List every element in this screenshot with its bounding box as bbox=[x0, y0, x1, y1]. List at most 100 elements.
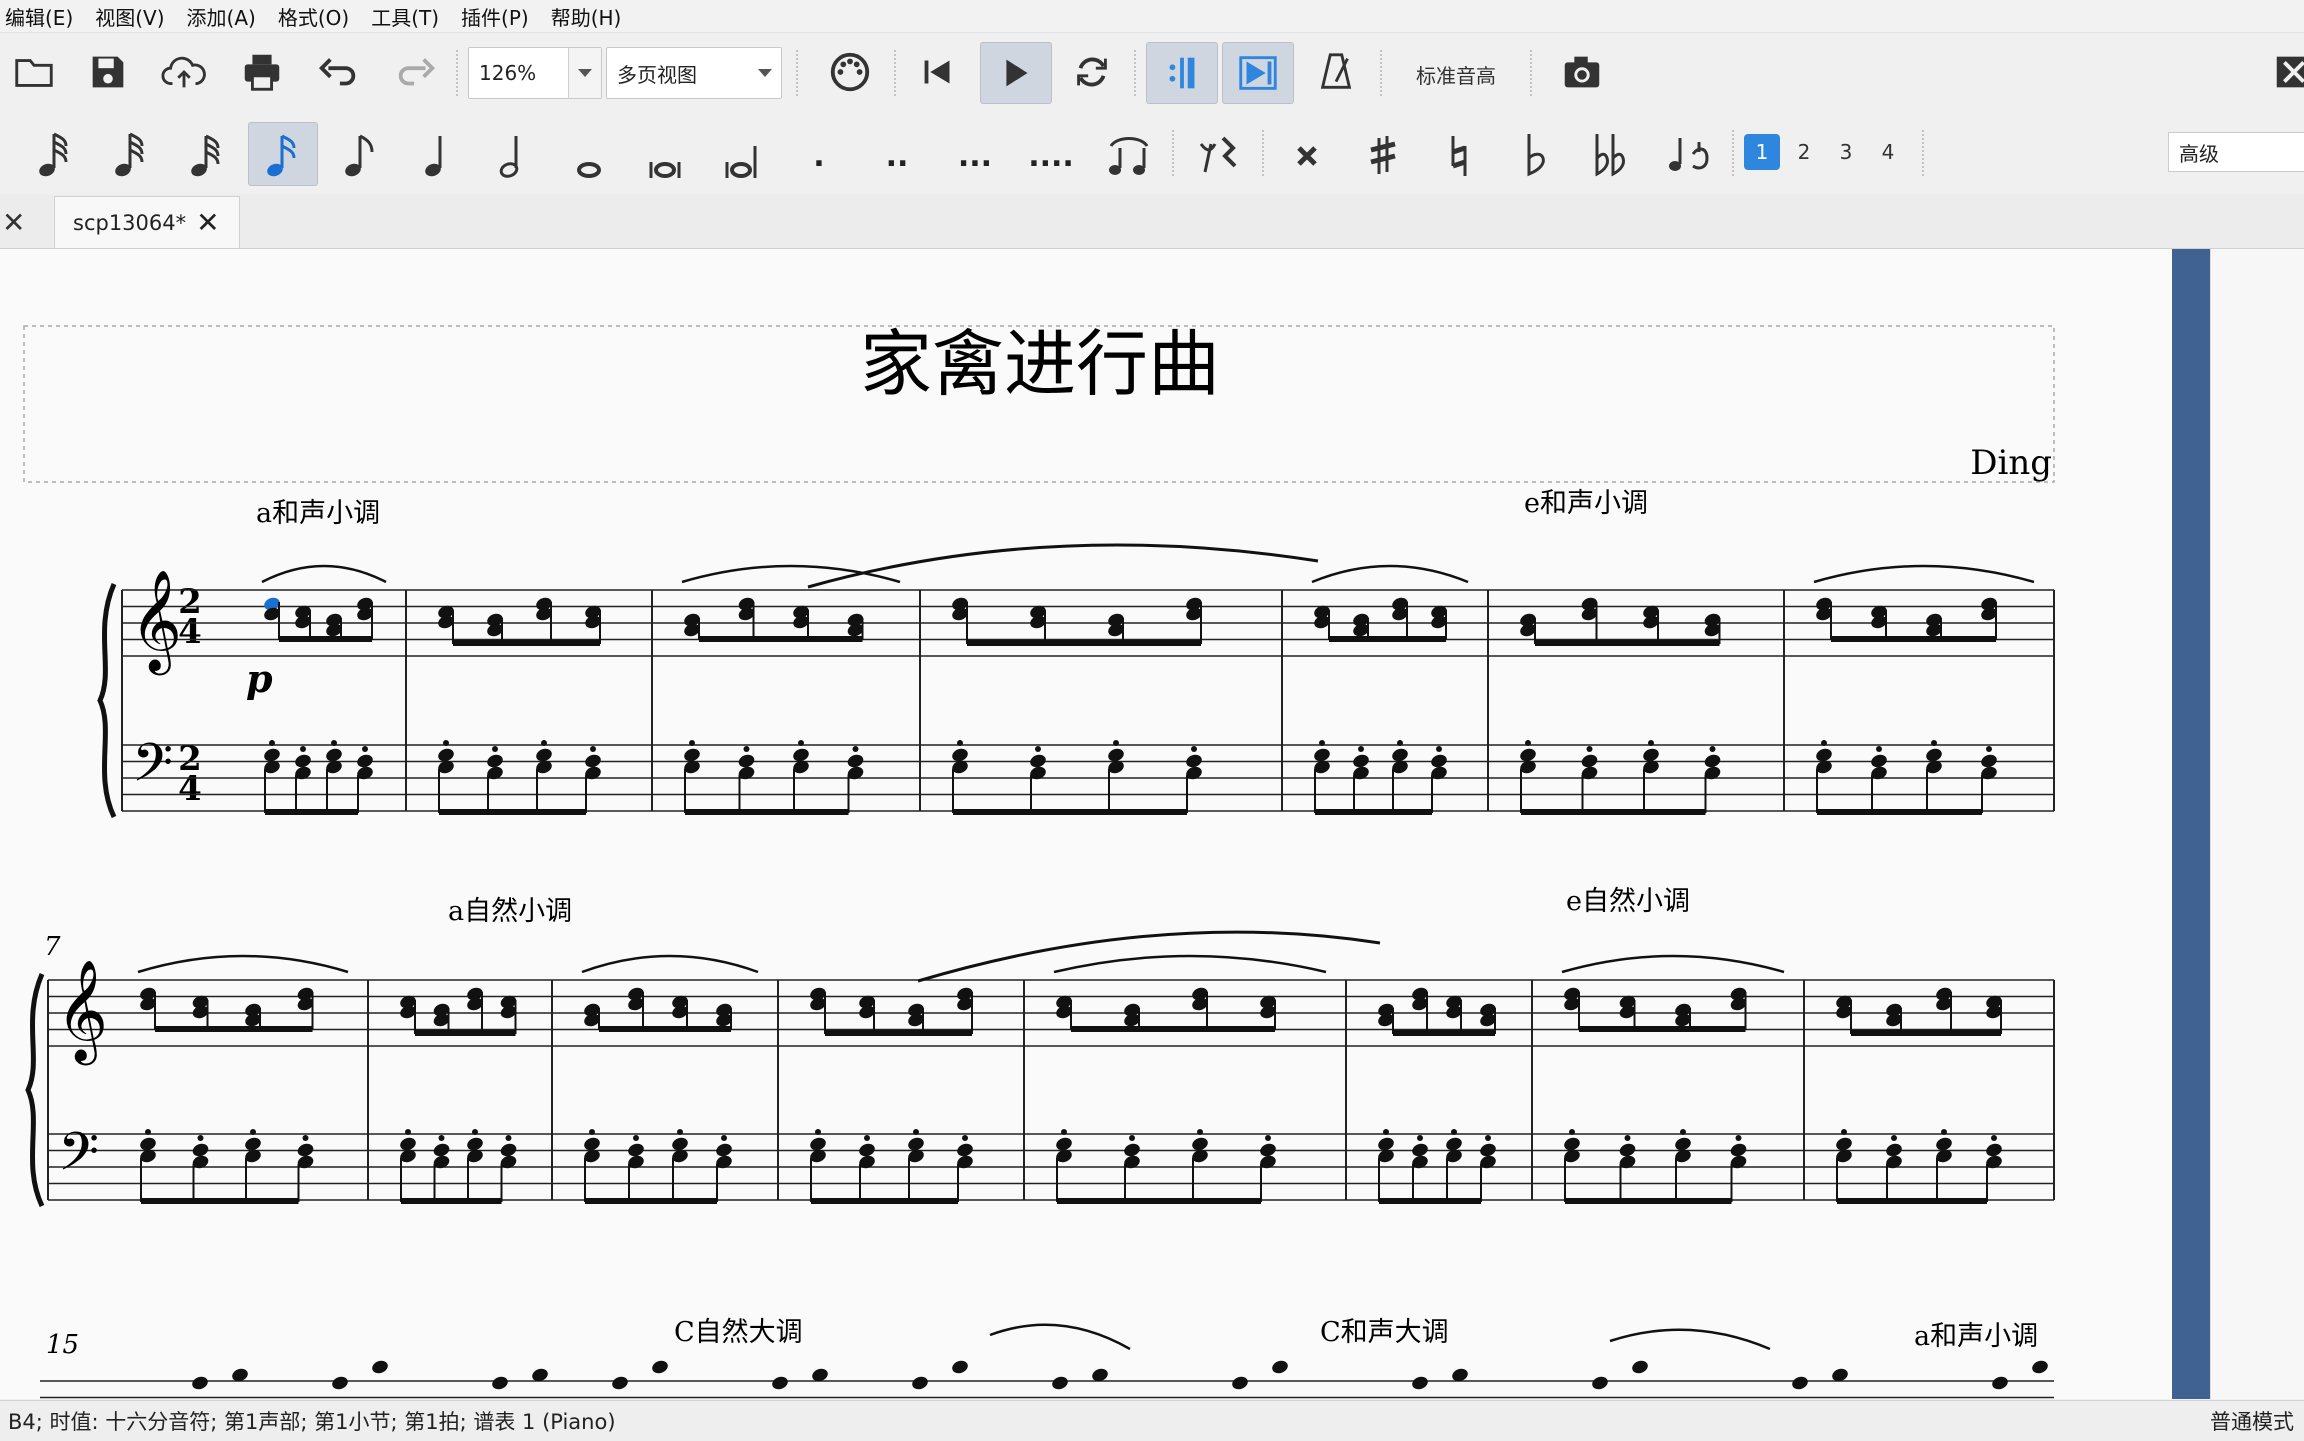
staccato-dot bbox=[1061, 1129, 1067, 1135]
duration-whole-button[interactable] bbox=[554, 122, 624, 186]
menu-view[interactable]: 视图(V) bbox=[90, 2, 173, 31]
play-button[interactable] bbox=[980, 42, 1052, 104]
double-flat-button[interactable] bbox=[1576, 122, 1646, 186]
flip-direction-button[interactable] bbox=[1654, 122, 1724, 186]
dot-button[interactable]: . bbox=[784, 122, 854, 186]
image-capture-button[interactable] bbox=[1552, 42, 1612, 102]
staccato-dot bbox=[1197, 1129, 1203, 1135]
flip-stem-icon bbox=[1669, 138, 1709, 171]
notehead bbox=[332, 1376, 348, 1390]
voice-4-button[interactable]: 4 bbox=[1870, 134, 1906, 170]
workspace-combobox[interactable]: 高级 bbox=[2168, 132, 2304, 172]
score-canvas[interactable]: 家禽进行曲 Ding a和声小调 e和声小调 a自然小调 e自然小调 C自然大调… bbox=[0, 249, 2172, 1399]
beam bbox=[1831, 636, 1996, 642]
natural-button[interactable] bbox=[1424, 122, 1494, 186]
close-panel-button[interactable] bbox=[2264, 42, 2304, 102]
beam bbox=[685, 809, 849, 815]
beam bbox=[811, 1198, 958, 1204]
duration-longa-button[interactable] bbox=[706, 122, 776, 186]
tab-bar: ✕ scp13064* ✕ bbox=[0, 194, 2304, 249]
status-info: B4; 时值: 十六分音符; 第1声部; 第1小节; 第1拍; 谱表 1 (Pi… bbox=[8, 1410, 616, 1434]
duration-8th-button[interactable] bbox=[326, 122, 396, 186]
staccato-dot bbox=[1191, 746, 1197, 752]
duration-half-button[interactable] bbox=[478, 122, 548, 186]
double-flat-icon bbox=[1595, 134, 1625, 177]
staccato-dot bbox=[1586, 746, 1593, 752]
staccato-dot bbox=[302, 1135, 309, 1141]
beam bbox=[141, 1198, 299, 1204]
duration-breve-button[interactable] bbox=[630, 122, 700, 186]
redo-button[interactable] bbox=[386, 42, 446, 102]
staccato-dot bbox=[1821, 740, 1827, 746]
beam bbox=[453, 640, 600, 646]
beam bbox=[967, 640, 1201, 646]
menu-tools[interactable]: 工具(T) bbox=[366, 2, 448, 31]
double-dot-button[interactable]: .. bbox=[862, 122, 932, 186]
voice-2-button[interactable]: 2 bbox=[1786, 134, 1822, 170]
sharp-button[interactable] bbox=[1348, 122, 1418, 186]
staccato-dot bbox=[864, 1135, 870, 1141]
staccato-dot bbox=[1129, 1135, 1135, 1141]
menu-format[interactable]: 格式(O) bbox=[273, 2, 358, 31]
notehead bbox=[952, 1360, 968, 1374]
duration-64th-button[interactable] bbox=[96, 122, 166, 186]
duration-16th-button[interactable] bbox=[248, 122, 318, 186]
duration-128th-button[interactable] bbox=[20, 122, 90, 186]
chevron-down-icon[interactable] bbox=[749, 48, 781, 98]
notehead bbox=[1232, 1376, 1248, 1390]
staccato-dot bbox=[743, 746, 750, 752]
staccato-dot bbox=[962, 1135, 968, 1141]
midi-input-button[interactable] bbox=[820, 42, 880, 102]
voice-3-button[interactable]: 3 bbox=[1828, 134, 1864, 170]
zoom-combobox[interactable]: 126% bbox=[468, 47, 602, 99]
rest-button[interactable] bbox=[1182, 122, 1252, 186]
main-toolbar: 126% 多页视图 标准音高 bbox=[0, 34, 2304, 112]
beam bbox=[1315, 809, 1432, 815]
note-16th-icon bbox=[267, 134, 296, 177]
close-tab-icon[interactable]: ✕ bbox=[196, 206, 219, 239]
rewind-button[interactable] bbox=[908, 42, 968, 102]
treble-clef: 𝄞 bbox=[130, 568, 182, 676]
staccato-dot bbox=[1876, 746, 1882, 752]
staccato-dot bbox=[300, 746, 306, 752]
pan-icon bbox=[1239, 56, 1277, 90]
metronome-icon bbox=[1320, 53, 1352, 89]
flat-button[interactable] bbox=[1500, 122, 1570, 186]
duration-quarter-button[interactable] bbox=[402, 122, 472, 186]
note-32nd-icon bbox=[191, 134, 220, 177]
tab-score[interactable]: scp13064* ✕ bbox=[54, 196, 240, 248]
slur bbox=[807, 543, 1319, 589]
notehead bbox=[1632, 1360, 1648, 1374]
menu-plugins[interactable]: 插件(P) bbox=[456, 2, 538, 31]
beam bbox=[953, 809, 1187, 815]
page-scroll-panel[interactable] bbox=[2172, 249, 2212, 1399]
dynamic-marking: p bbox=[246, 656, 273, 701]
chevron-down-icon[interactable] bbox=[568, 48, 601, 98]
notation-layer: 𝄞 𝄢 𝄞 𝄢 bbox=[25, 543, 2055, 1399]
voice-1-button[interactable]: 1 bbox=[1744, 134, 1780, 170]
notehead bbox=[1592, 1376, 1608, 1390]
staccato-dot bbox=[1035, 746, 1041, 752]
save-button[interactable] bbox=[78, 42, 138, 102]
metronome-button[interactable] bbox=[1306, 42, 1366, 102]
duration-32nd-button[interactable] bbox=[172, 122, 242, 186]
close-box-icon bbox=[2276, 56, 2304, 88]
menu-add[interactable]: 添加(A) bbox=[182, 2, 265, 31]
open-file-button[interactable] bbox=[4, 42, 64, 102]
print-button[interactable] bbox=[232, 42, 292, 102]
menu-edit[interactable]: 编辑(E) bbox=[0, 2, 82, 31]
upload-cloud-button[interactable] bbox=[154, 42, 214, 102]
close-icon[interactable]: ✕ bbox=[2, 206, 25, 239]
view-mode-combobox[interactable]: 多页视图 bbox=[606, 47, 782, 99]
triple-dot-button[interactable]: ... bbox=[940, 122, 1010, 186]
staccato-dot bbox=[913, 1129, 919, 1135]
menu-help[interactable]: 帮助(H) bbox=[546, 2, 631, 31]
quadruple-dot-button[interactable]: .... bbox=[1016, 122, 1086, 186]
tie-button[interactable] bbox=[1094, 122, 1164, 186]
concert-pitch-toggle[interactable]: 标准音高 bbox=[1416, 60, 1496, 89]
double-sharp-button[interactable] bbox=[1272, 122, 1342, 186]
pan-score-button[interactable] bbox=[1222, 42, 1294, 104]
undo-button[interactable] bbox=[308, 42, 368, 102]
play-repeats-button[interactable] bbox=[1146, 42, 1218, 104]
loop-button[interactable] bbox=[1062, 42, 1122, 102]
